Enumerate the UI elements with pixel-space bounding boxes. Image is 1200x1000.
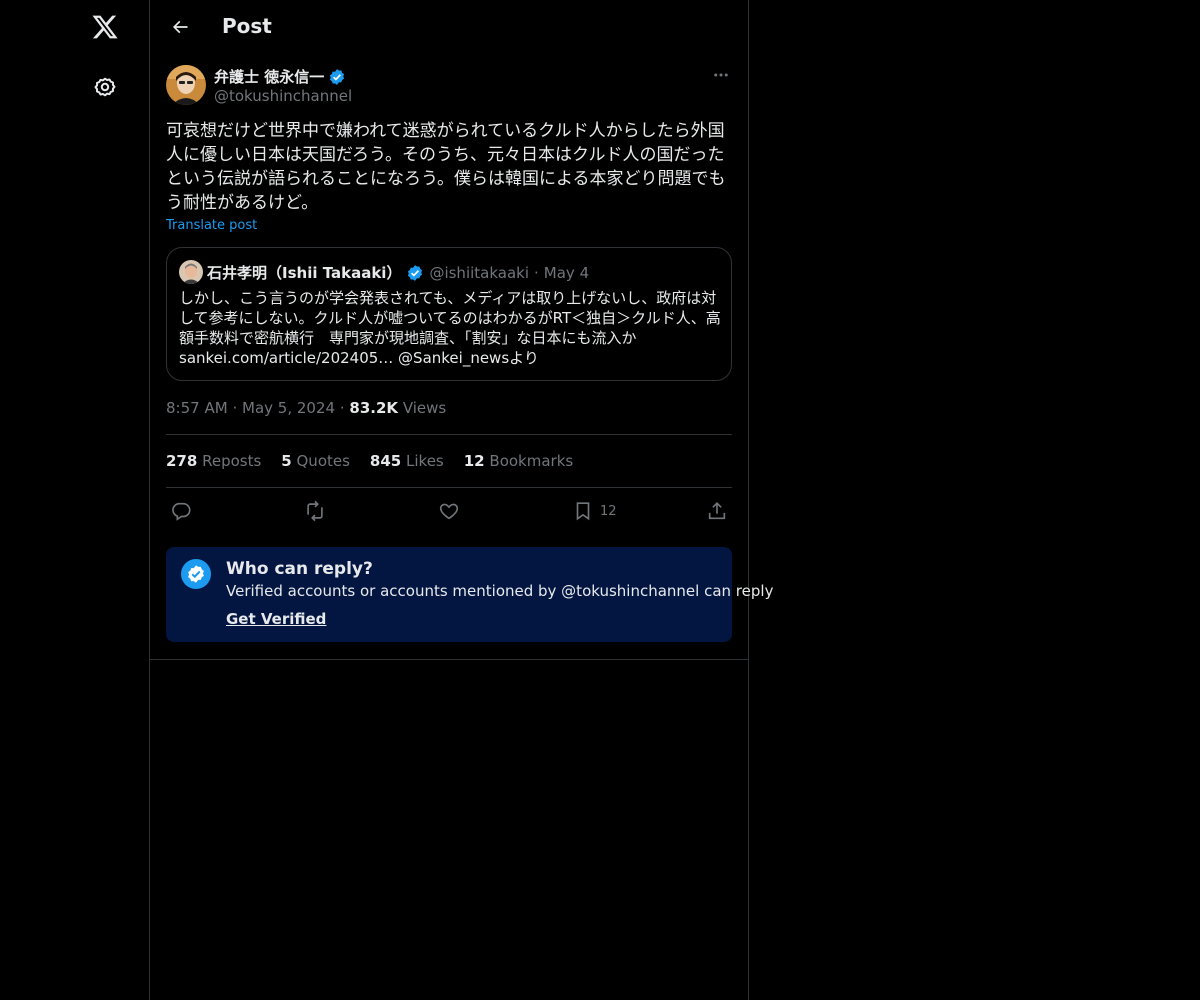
views-count: 83.2K bbox=[349, 399, 399, 417]
left-nav bbox=[0, 0, 149, 1000]
arrow-left-icon[interactable] bbox=[162, 9, 198, 45]
avatar[interactable] bbox=[166, 65, 206, 105]
bookmarks-stat[interactable]: 12 Bookmarks bbox=[464, 452, 573, 470]
quote-avatar bbox=[179, 260, 203, 284]
reposts-count: 278 bbox=[166, 452, 198, 470]
likes-stat[interactable]: 845 Likes bbox=[370, 452, 444, 470]
reposts-label: Reposts bbox=[202, 452, 262, 470]
verified-badge-icon bbox=[181, 559, 211, 589]
views-label: Views bbox=[402, 399, 447, 417]
quoted-post[interactable]: 石井孝明（Ishii Takaaki） @ishiitakaaki · May … bbox=[166, 247, 732, 381]
more-horizontal-icon[interactable] bbox=[708, 62, 734, 88]
quote-header: 石井孝明（Ishii Takaaki） @ishiitakaaki · May … bbox=[207, 262, 589, 283]
bookmarks-count: 12 bbox=[463, 452, 485, 470]
divider bbox=[150, 659, 748, 660]
translate-post-link[interactable]: Translate post bbox=[166, 218, 257, 233]
heart-icon[interactable] bbox=[438, 494, 460, 528]
reposts-stat[interactable]: 278 Reposts bbox=[166, 452, 261, 470]
author-name-label: 弁護士 徳永信一 bbox=[214, 68, 325, 86]
quote-author-handle: @ishiitakaaki bbox=[429, 263, 530, 282]
gear-icon[interactable] bbox=[80, 62, 130, 112]
verified-badge-icon bbox=[406, 264, 424, 282]
quote-author-name: 石井孝明（Ishii Takaaki） bbox=[207, 264, 402, 282]
quotes-count: 5 bbox=[281, 452, 292, 470]
get-verified-link[interactable]: Get Verified bbox=[226, 610, 326, 628]
bookmark-button[interactable]: 12 bbox=[572, 494, 617, 528]
action-bar: 12 bbox=[166, 494, 732, 528]
reply-icon[interactable] bbox=[170, 494, 192, 528]
author-handle[interactable]: @tokushinchannel bbox=[214, 87, 352, 105]
likes-label: Likes bbox=[406, 452, 444, 470]
bookmarks-label: Bookmarks bbox=[489, 452, 574, 470]
quotes-stat[interactable]: 5 Quotes bbox=[281, 452, 350, 470]
separator-dot: · bbox=[232, 399, 238, 417]
repost-icon[interactable] bbox=[304, 494, 326, 528]
bookmark-count: 12 bbox=[600, 503, 617, 519]
x-logo-icon[interactable] bbox=[80, 2, 130, 52]
bookmark-icon bbox=[572, 500, 594, 522]
divider bbox=[166, 434, 732, 435]
reply-restriction-description: Verified accounts or accounts mentioned … bbox=[226, 582, 774, 600]
quote-text: しかし、こう言うのが学会発表されても、メディアは取り上げないし、政府は対して参考… bbox=[179, 289, 721, 367]
reply-restriction-title: Who can reply? bbox=[226, 559, 373, 579]
quote-date: May 4 bbox=[543, 263, 590, 282]
header: Post bbox=[150, 0, 748, 53]
share-icon[interactable] bbox=[706, 494, 728, 528]
likes-count: 845 bbox=[369, 452, 402, 470]
separator-dot: · bbox=[339, 399, 345, 417]
page-title: Post bbox=[222, 14, 272, 38]
post-time[interactable]: 8:57 AM bbox=[166, 399, 228, 417]
separator-dot: · bbox=[534, 263, 539, 282]
divider bbox=[166, 487, 732, 488]
post-text: 可哀想だけど世界中で嫌われて迷惑がられているクルド人からしたら外国人に優しい日本… bbox=[166, 121, 726, 213]
reply-restriction-notice: Who can reply? Verified accounts or acco… bbox=[166, 547, 773, 642]
engagement-stats: 278 Reposts 5 Quotes 845 Likes 12 Bookma… bbox=[166, 452, 573, 470]
main-column: Post 弁護士 徳永信一 @tokushinchannel 可哀想だけど世界中… bbox=[149, 0, 773, 1000]
author-name[interactable]: 弁護士 徳永信一 bbox=[214, 66, 346, 87]
verified-badge-icon[interactable] bbox=[328, 68, 346, 86]
post-meta: 8:57 AM · May 5, 2024 · 83.2K Views bbox=[166, 399, 446, 417]
post-date[interactable]: May 5, 2024 bbox=[242, 399, 335, 417]
quotes-label: Quotes bbox=[296, 452, 350, 470]
